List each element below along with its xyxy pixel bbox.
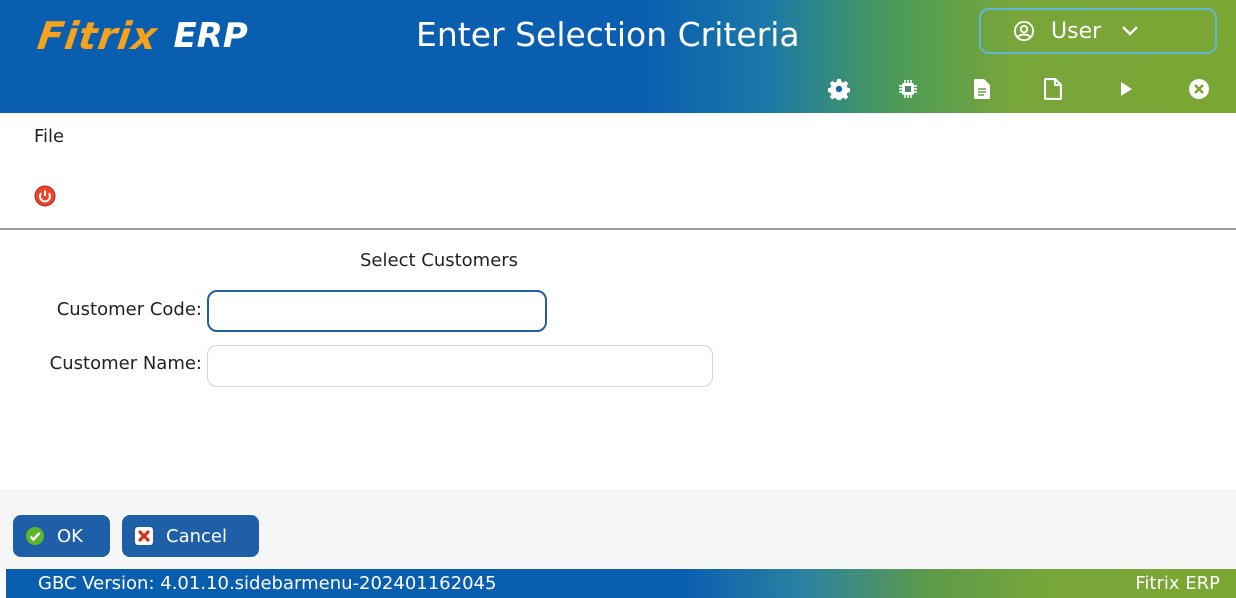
user-label: User: [1051, 18, 1102, 44]
cancel-label: Cancel: [166, 525, 227, 547]
form-title: Select Customers: [360, 250, 519, 271]
chip-button[interactable]: [895, 76, 921, 102]
new-document-button[interactable]: [1040, 76, 1066, 102]
ok-label: OK: [57, 525, 83, 547]
document-text-icon: [974, 79, 990, 99]
chip-icon: [899, 80, 917, 98]
cancel-x-icon: [135, 527, 153, 545]
app-header: Fitrix ERP Enter Selection Criteria User: [0, 0, 1236, 113]
header-toolbar: [0, 76, 1236, 102]
settings-button[interactable]: [826, 76, 852, 102]
logo-erp-text: ERP: [173, 16, 248, 56]
ok-button[interactable]: OK: [13, 515, 110, 557]
quit-button[interactable]: [34, 185, 56, 207]
menu-divider: [0, 228, 1236, 230]
close-circle-icon: [1189, 79, 1209, 99]
customer-name-label: Customer Name:: [49, 353, 202, 374]
gear-icon: [828, 78, 850, 100]
user-menu-button[interactable]: User: [979, 8, 1217, 54]
power-icon: [34, 185, 56, 207]
version-text: GBC Version: 4.01.10.sidebarmenu-2024011…: [38, 573, 497, 594]
chevron-down-icon: [1122, 26, 1139, 36]
play-icon: [1121, 82, 1132, 96]
brand-text: Fitrix ERP: [1135, 573, 1220, 594]
logo-fitrix-text: Fitrix: [34, 14, 161, 58]
customer-name-input[interactable]: [207, 345, 713, 387]
cancel-button[interactable]: Cancel: [122, 515, 259, 557]
document-text-button[interactable]: [969, 76, 995, 102]
status-bar: GBC Version: 4.01.10.sidebarmenu-2024011…: [6, 569, 1236, 598]
customer-code-label: Customer Code:: [56, 299, 202, 320]
run-button[interactable]: [1113, 76, 1139, 102]
document-icon: [1044, 78, 1062, 100]
window-title: Enter Selection Criteria: [416, 15, 800, 54]
customer-code-input[interactable]: [207, 290, 547, 332]
app-logo: Fitrix ERP: [34, 14, 248, 58]
checkmark-icon: [26, 527, 44, 545]
user-circle-icon: [1013, 20, 1035, 42]
file-menu[interactable]: File: [34, 126, 64, 147]
close-button[interactable]: [1186, 76, 1212, 102]
